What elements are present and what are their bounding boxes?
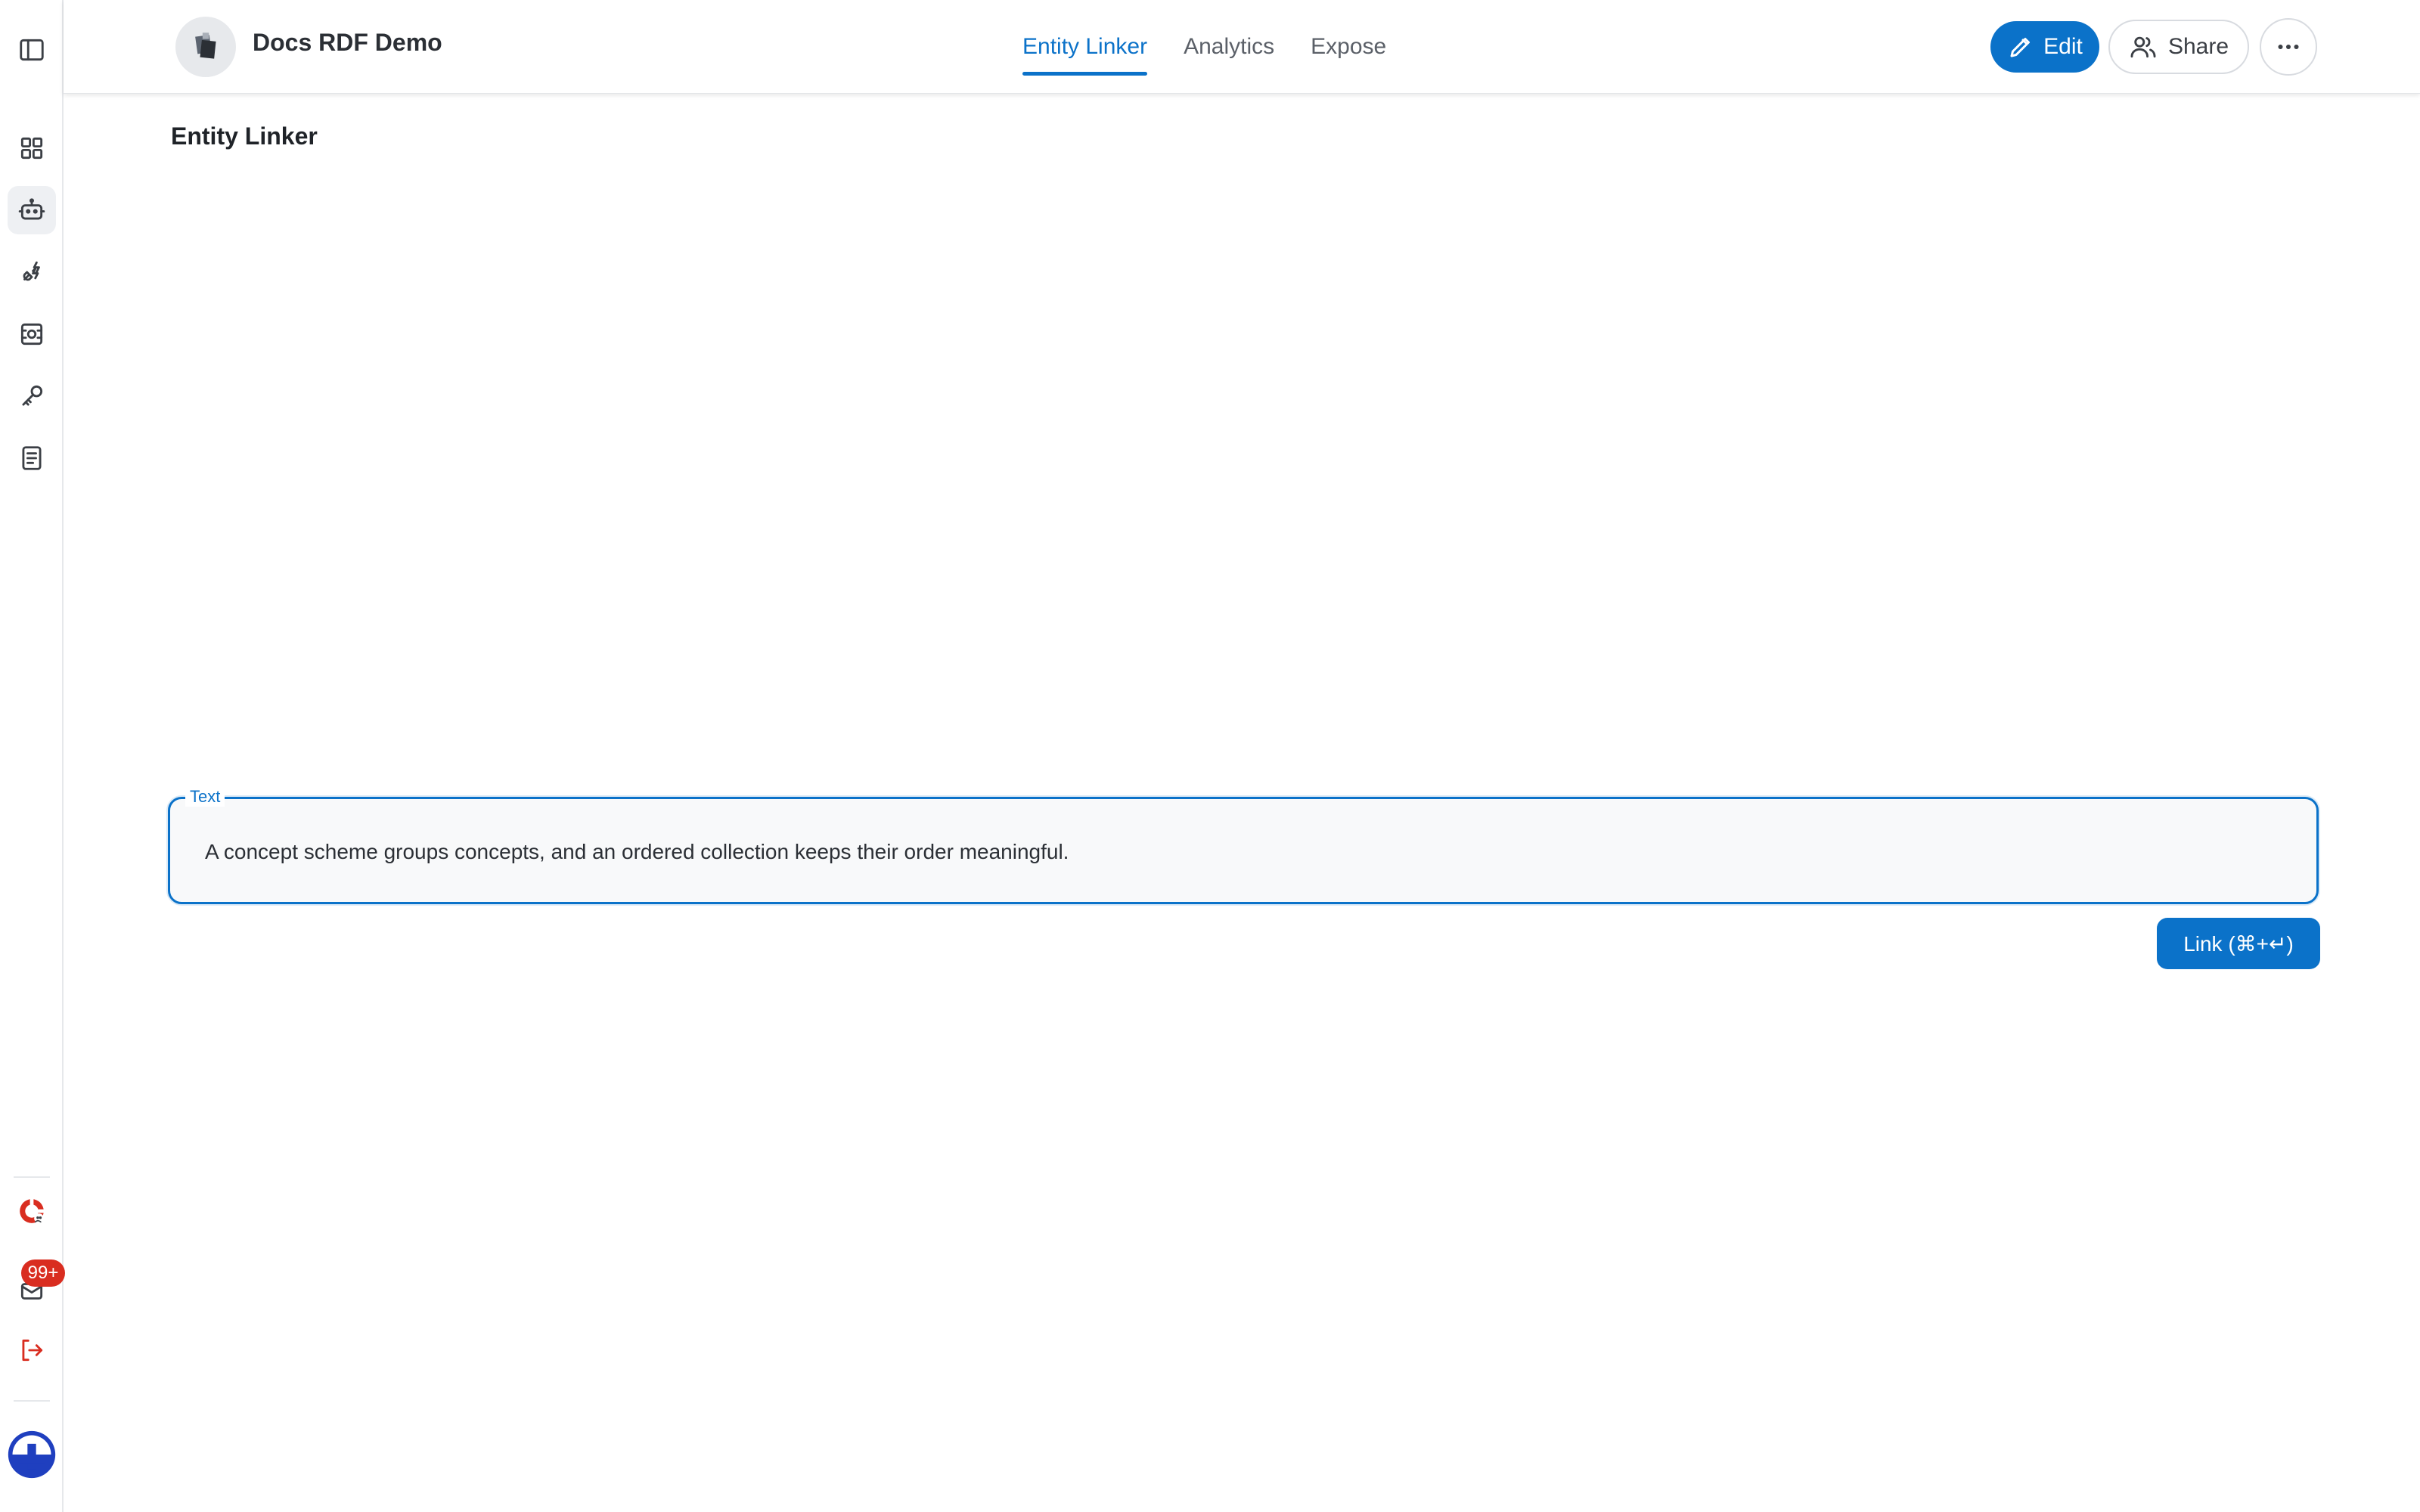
share-button[interactable]: Share xyxy=(2108,20,2249,74)
user-avatar-icon[interactable] xyxy=(5,1427,59,1482)
text-field-label: Text xyxy=(185,787,225,807)
more-horizontal-icon xyxy=(2278,45,2299,49)
plug-icon[interactable] xyxy=(8,248,56,296)
rail-divider xyxy=(14,1176,50,1178)
more-options-button[interactable] xyxy=(2260,18,2317,76)
text-input-field[interactable]: Text A concept scheme groups concepts, a… xyxy=(168,787,2319,904)
logout-icon[interactable] xyxy=(8,1326,56,1374)
app-title: Docs RDF Demo xyxy=(253,29,442,56)
users-icon xyxy=(2130,36,2156,58)
top-bar: Docs RDF Demo Entity Linker Analytics Ex… xyxy=(64,0,2420,94)
share-button-label: Share xyxy=(2167,34,2229,59)
main-tabs: Entity Linker Analytics Expose xyxy=(1022,0,1386,94)
link-button[interactable]: Link (⌘+↵) xyxy=(2157,918,2320,969)
dashboard-grid-icon[interactable] xyxy=(8,124,56,172)
tab-entity-linker[interactable]: Entity Linker xyxy=(1022,0,1148,94)
pencil-icon xyxy=(2010,38,2031,57)
text-field-value[interactable]: A concept scheme groups concepts, and an… xyxy=(205,840,1069,864)
notification-count-badge: 99+ xyxy=(21,1259,65,1287)
page-title: Entity Linker xyxy=(171,122,318,150)
settings-box-icon[interactable] xyxy=(8,310,56,358)
edit-button-label: Edit xyxy=(2043,34,2083,59)
key-icon[interactable] xyxy=(8,372,56,420)
edit-button[interactable]: Edit xyxy=(1990,21,2099,73)
panel-toggle-icon[interactable] xyxy=(8,26,56,74)
robot-icon[interactable] xyxy=(8,186,56,234)
rail-divider-bottom xyxy=(14,1400,50,1402)
support-lifebuoy-icon[interactable] xyxy=(8,1187,56,1235)
app-logo-icon xyxy=(175,17,236,77)
tab-analytics[interactable]: Analytics xyxy=(1184,0,1274,94)
tab-expose[interactable]: Expose xyxy=(1311,0,1386,94)
left-sidebar: 99+ xyxy=(0,0,65,1512)
document-icon[interactable] xyxy=(8,434,56,482)
